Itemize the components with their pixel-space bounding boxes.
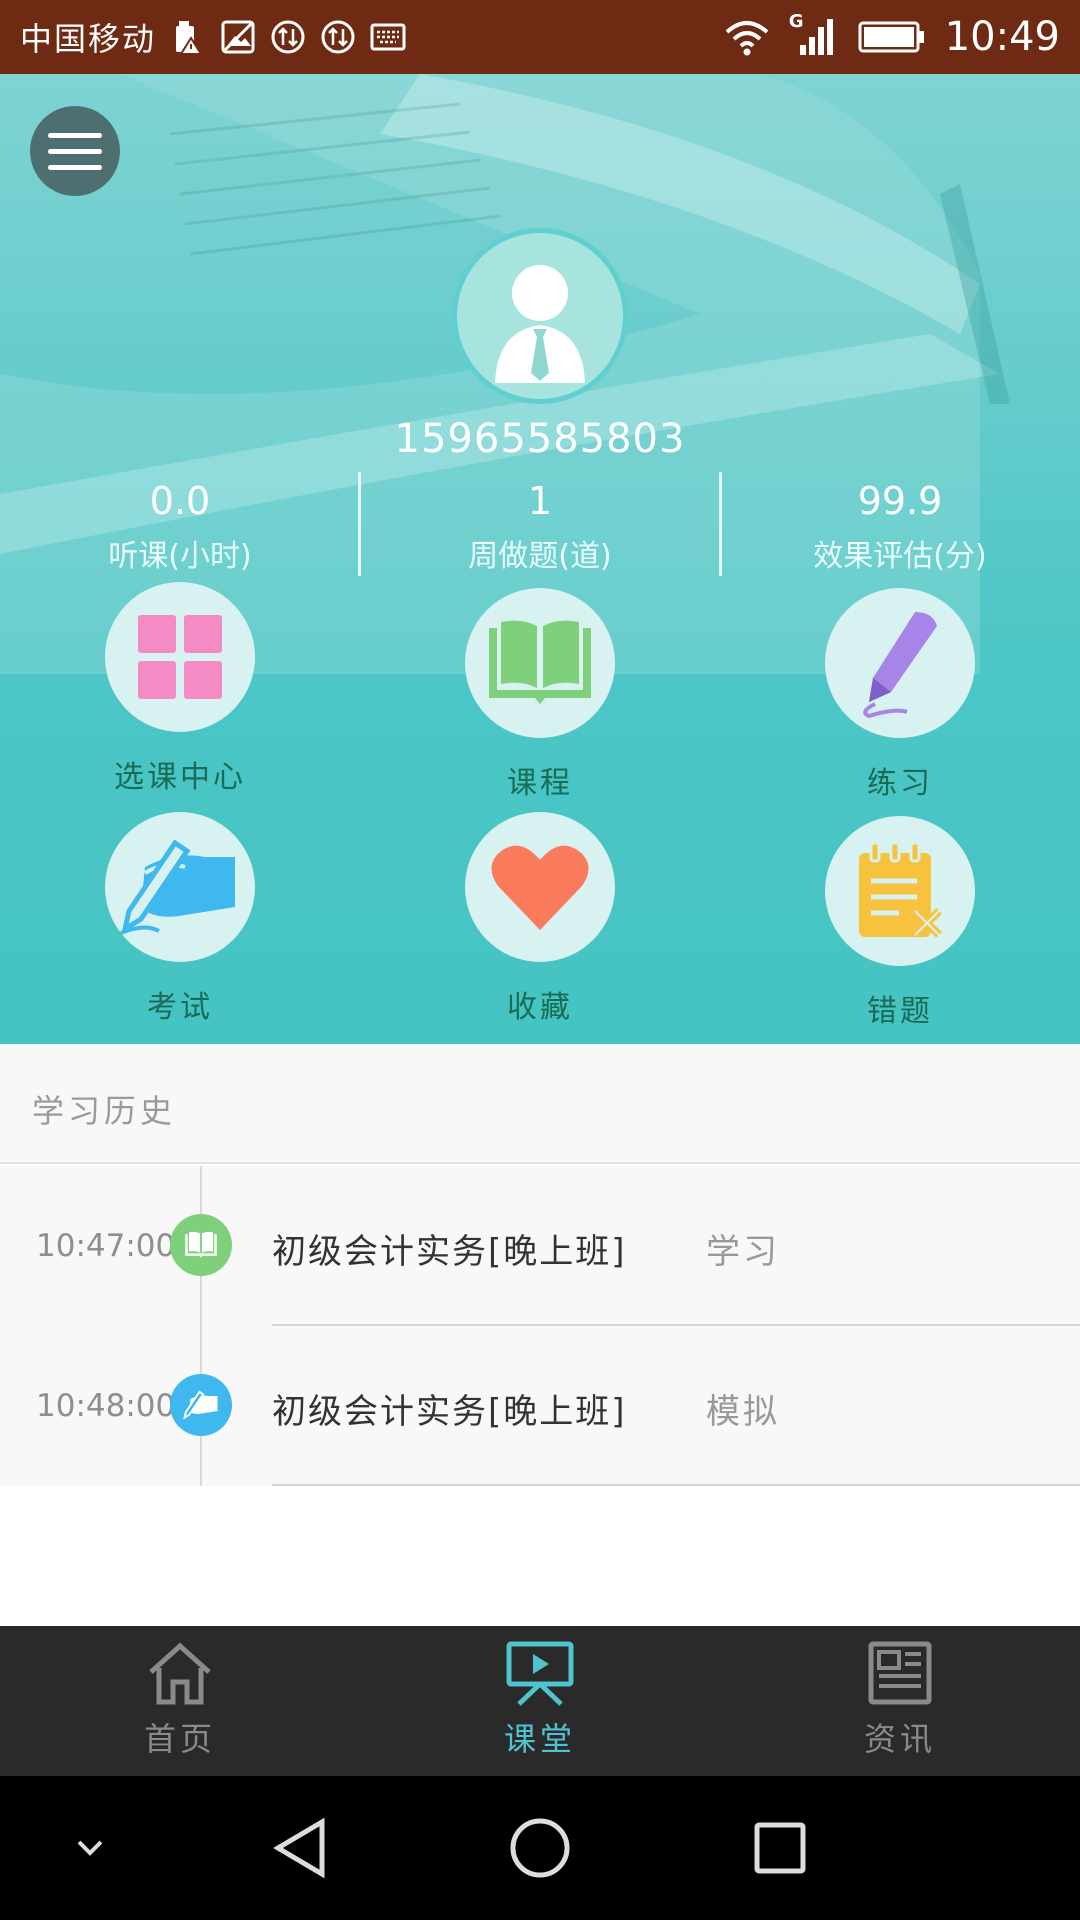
stat-value: 1 bbox=[527, 479, 553, 523]
menu-icon-circle bbox=[825, 588, 975, 738]
stat-value: 99.9 bbox=[857, 479, 943, 523]
history-dot bbox=[170, 1214, 232, 1276]
carrier-label: 中国移动 bbox=[20, 20, 157, 58]
menu-practice[interactable]: 练习 bbox=[770, 588, 1030, 802]
system-nav-bar bbox=[0, 1776, 1080, 1920]
menu-favorites[interactable]: 收藏 bbox=[410, 812, 670, 1026]
tab-news[interactable]: 资讯 bbox=[720, 1626, 1080, 1776]
hand-writing-icon bbox=[120, 839, 235, 935]
hand-writing-icon bbox=[183, 1390, 218, 1420]
hamburger-line bbox=[48, 148, 102, 154]
menu-label: 练习 bbox=[867, 766, 933, 801]
menu-label: 错题 bbox=[867, 994, 933, 1029]
menu-icon-circle bbox=[465, 812, 615, 962]
data-transfer-icon-2 bbox=[320, 19, 356, 55]
stat-value: 0.0 bbox=[149, 479, 211, 523]
bottom-tab-bar: 首页 课堂 资讯 bbox=[0, 1626, 1080, 1776]
history-dot bbox=[170, 1374, 232, 1436]
stat-listening-hours: 0.0 听课(小时) bbox=[0, 469, 360, 579]
history-course-title: 初级会计实务[晚上班] bbox=[272, 1232, 627, 1272]
data-transfer-icon bbox=[270, 19, 306, 55]
stat-label: 周做题(道) bbox=[468, 539, 612, 574]
image-icon bbox=[220, 19, 256, 55]
history-course-title: 初级会计实务[晚上班] bbox=[272, 1392, 627, 1432]
menu-icon-circle bbox=[825, 816, 975, 966]
chevron-down-icon bbox=[77, 1840, 103, 1856]
heart-icon bbox=[491, 845, 589, 930]
menu-label: 考试 bbox=[147, 990, 213, 1025]
battery-icon bbox=[857, 19, 927, 55]
menu-button[interactable] bbox=[30, 106, 120, 196]
clock: 10:49 bbox=[944, 14, 1060, 60]
book-icon bbox=[185, 1231, 217, 1258]
stat-label: 效果评估(分) bbox=[813, 539, 987, 574]
stat-weekly-questions: 1 周做题(道) bbox=[360, 469, 720, 579]
menu-exam[interactable]: 考试 bbox=[50, 812, 310, 1026]
classroom-icon bbox=[506, 1641, 574, 1706]
notepad-icon bbox=[859, 841, 942, 938]
tab-home[interactable]: 首页 bbox=[0, 1626, 360, 1776]
grid-icon bbox=[138, 615, 222, 699]
network-type-label: G bbox=[788, 11, 804, 32]
hamburger-line bbox=[48, 132, 102, 138]
sim-warning-icon bbox=[170, 19, 206, 55]
news-icon bbox=[868, 1641, 932, 1705]
history-item[interactable]: 10:48:00 初级会计实务[晚上班] 模拟 bbox=[0, 1326, 1080, 1486]
stats-row: 0.0 听课(小时) 1 周做题(道) 99.9 效果评估(分) bbox=[0, 469, 1080, 579]
history-time: 10:48:00 bbox=[36, 1388, 176, 1424]
status-bar: 中国移动 G 10:49 bbox=[0, 0, 1080, 74]
tab-label: 资讯 bbox=[863, 1720, 936, 1758]
home-circle-icon bbox=[510, 1818, 570, 1878]
wifi-icon bbox=[723, 19, 771, 56]
tab-label: 首页 bbox=[143, 1720, 216, 1758]
pencil-icon bbox=[863, 612, 937, 718]
menu-label: 收藏 bbox=[507, 990, 573, 1025]
avatar[interactable] bbox=[452, 228, 628, 404]
menu-icon-circle bbox=[105, 582, 255, 732]
nav-recents-button[interactable] bbox=[740, 1776, 820, 1920]
book-icon bbox=[489, 620, 591, 704]
menu-wrong-questions[interactable]: 错题 bbox=[770, 816, 1030, 1030]
nav-back-button[interactable] bbox=[260, 1776, 340, 1920]
signal-icon: G bbox=[789, 11, 839, 55]
user-phone-number: 15965585803 bbox=[394, 416, 686, 462]
back-triangle-icon bbox=[273, 1818, 325, 1878]
user-avatar-icon bbox=[495, 265, 585, 383]
menu-label: 选课中心 bbox=[114, 760, 246, 795]
history-item[interactable]: 10:47:00 初级会计实务[晚上班] 学习 bbox=[0, 1166, 1080, 1326]
recents-square-icon bbox=[754, 1822, 806, 1874]
history-kind: 学习 bbox=[706, 1232, 780, 1272]
history-title: 学习历史 bbox=[32, 1092, 177, 1130]
menu-icon-circle bbox=[105, 812, 255, 962]
tab-label: 课堂 bbox=[503, 1720, 576, 1758]
menu-icon-circle bbox=[465, 588, 615, 738]
nav-home-button[interactable] bbox=[500, 1776, 580, 1920]
history-time: 10:47:00 bbox=[36, 1228, 176, 1264]
empty-area bbox=[0, 1486, 1080, 1626]
tab-classroom[interactable]: 课堂 bbox=[360, 1626, 720, 1776]
stat-divider bbox=[719, 472, 722, 576]
menu-courses[interactable]: 课程 bbox=[410, 588, 670, 802]
stat-label: 听课(小时) bbox=[108, 539, 252, 574]
stat-evaluation-score: 99.9 效果评估(分) bbox=[720, 469, 1080, 579]
hamburger-line bbox=[48, 164, 102, 170]
keyboard-icon bbox=[370, 19, 406, 55]
stat-divider bbox=[358, 472, 361, 576]
history-header: 学习历史 bbox=[0, 1044, 1080, 1164]
nav-collapse-button[interactable] bbox=[60, 1776, 120, 1920]
history-kind: 模拟 bbox=[706, 1392, 780, 1432]
menu-label: 课程 bbox=[507, 766, 573, 801]
menu-course-selection[interactable]: 选课中心 bbox=[50, 582, 310, 796]
home-icon bbox=[149, 1642, 211, 1705]
